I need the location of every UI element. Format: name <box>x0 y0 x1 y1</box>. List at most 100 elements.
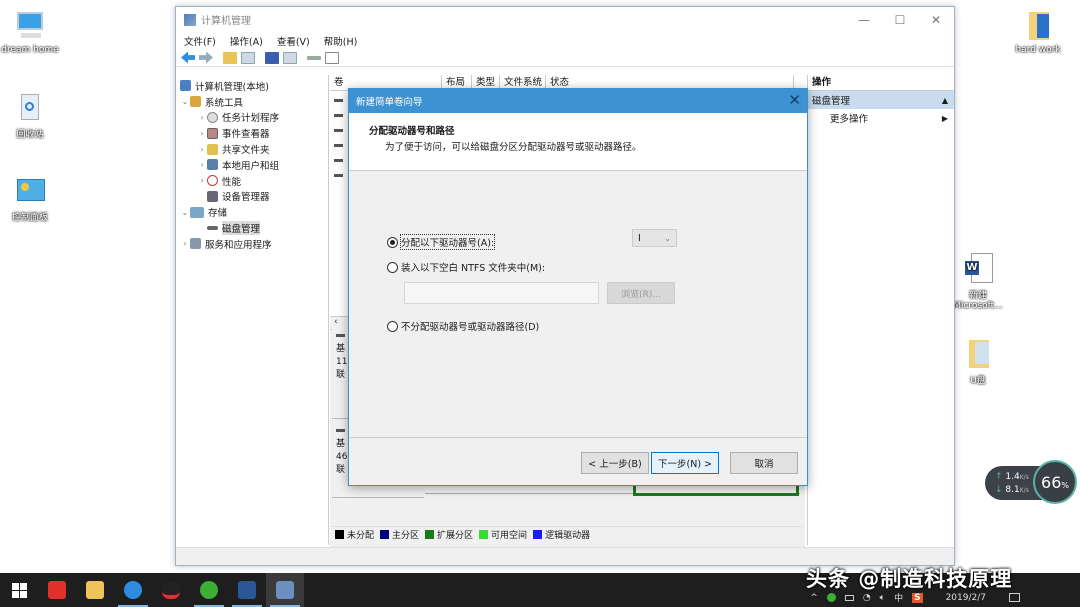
dialog-close-button[interactable]: ✕ <box>788 91 801 109</box>
title-bar[interactable]: 计算机管理 — ☐ ✕ <box>176 7 954 32</box>
cancel-button[interactable]: 取消 <box>730 452 798 474</box>
desktop-icon-label: hard work <box>1015 45 1061 55</box>
wechat-icon <box>200 581 218 599</box>
computer-management-icon <box>276 581 294 599</box>
desktop-icon-hard-work[interactable]: hard work <box>1008 10 1068 55</box>
tree-item-task-scheduler[interactable]: › 任务计划程序 <box>177 110 328 126</box>
tree-item-event-viewer[interactable]: › 事件查看器 <box>177 125 328 141</box>
dialog-title-bar[interactable]: 新建简单卷向导 ✕ <box>349 89 807 113</box>
browse-button[interactable]: 浏览(R)... <box>607 282 675 304</box>
tree-item-performance[interactable]: › 性能 <box>177 173 328 189</box>
drive-letter-select[interactable]: I ⌄ <box>632 229 677 247</box>
option-no-drive-letter[interactable]: 不分配驱动器号或驱动器路径(D) <box>387 319 539 333</box>
word-document-icon: W <box>961 253 995 285</box>
disk-icon <box>207 226 218 231</box>
taskbar-word[interactable] <box>228 573 266 607</box>
notification-center-icon[interactable] <box>1009 593 1020 602</box>
radio-mount-folder[interactable] <box>387 261 398 273</box>
chevron-right-icon[interactable]: › <box>197 113 207 122</box>
actions-section-label: 磁盘管理 <box>812 96 851 107</box>
volume-icon <box>334 159 343 162</box>
start-button[interactable] <box>0 573 38 607</box>
menu-action[interactable]: 操作(A) <box>230 34 263 48</box>
tree-item-disk-management[interactable]: 磁盘管理 <box>177 220 328 236</box>
desktop-icon-label: U盘 <box>970 376 986 386</box>
menu-help[interactable]: 帮助(H) <box>324 34 358 48</box>
tree-item-system-tools[interactable]: ⌄ 系统工具 <box>177 94 328 110</box>
folder-path-input[interactable] <box>404 282 599 304</box>
memory-usage-gauge[interactable]: 66% <box>1033 460 1077 504</box>
taskbar-wechat[interactable] <box>190 573 228 607</box>
chevron-right-icon[interactable]: › <box>197 176 207 185</box>
volume-icon <box>334 144 343 147</box>
desktop-icon-recycle-bin[interactable]: 回收站 <box>0 92 60 140</box>
forward-icon[interactable] <box>199 51 213 64</box>
network-speed-widget[interactable]: ↑ 1.4K/s ↓ 8.1K/s 66% <box>985 460 1080 504</box>
chevron-right-icon[interactable]: › <box>197 145 207 154</box>
tree-item-computer-management[interactable]: 计算机管理(本地) <box>177 78 328 94</box>
taskbar-computer-management[interactable] <box>266 573 304 607</box>
tree-item-storage[interactable]: ⌄ 存储 <box>177 204 328 220</box>
computer-icon <box>13 10 47 42</box>
back-icon[interactable] <box>181 51 195 64</box>
windows-logo-icon <box>11 582 27 598</box>
word-icon <box>238 581 256 599</box>
chevron-right-icon[interactable]: › <box>197 129 207 138</box>
option-label: 分配以下驱动器号(A): <box>399 234 496 250</box>
minimize-button[interactable]: — <box>846 7 882 32</box>
connect-icon[interactable] <box>307 55 321 60</box>
battery-icon[interactable] <box>844 594 854 601</box>
taskbar-netease-music[interactable] <box>38 573 76 607</box>
chevron-right-icon[interactable]: › <box>180 239 190 248</box>
next-button[interactable]: 下一步(N) > <box>651 452 719 474</box>
desktop-icon-word-document[interactable]: W 新建 Microsoft... <box>948 253 1008 311</box>
maximize-button[interactable]: ☐ <box>882 7 918 32</box>
radio-assign-drive-letter[interactable] <box>387 236 398 248</box>
chevron-down-icon[interactable]: ⌄ <box>180 208 190 217</box>
properties-icon[interactable] <box>283 51 297 64</box>
option-mount-folder[interactable]: 装入以下空白 NTFS 文件夹中(M): <box>387 260 545 274</box>
show-hidden-icons-button[interactable]: ^ <box>810 593 818 603</box>
volume-icon[interactable]: 🔈︎ <box>880 593 885 603</box>
console-icon[interactable] <box>325 51 339 64</box>
help-icon[interactable] <box>265 51 279 64</box>
show-hide-tree-icon[interactable] <box>241 51 255 64</box>
radio-no-drive-letter[interactable] <box>387 320 398 332</box>
menu-file[interactable]: 文件(F) <box>184 34 216 48</box>
tree-item-shared-folders[interactable]: › 共享文件夹 <box>177 141 328 157</box>
actions-section-disk-management[interactable]: 磁盘管理 ▲ <box>808 91 954 109</box>
up-folder-icon[interactable] <box>223 51 237 64</box>
taskbar-browser[interactable] <box>114 573 152 607</box>
sogou-icon[interactable]: S <box>912 592 923 603</box>
taskbar-file-explorer[interactable] <box>76 573 114 607</box>
window-title: 计算机管理 <box>201 16 251 27</box>
desktop-icon-dream-home[interactable]: dream home <box>0 10 60 55</box>
tree-item-device-manager[interactable]: 设备管理器 <box>177 189 328 205</box>
legend-swatch-logical <box>533 530 543 539</box>
drive-folder-icon <box>961 338 995 370</box>
tree-item-services-apps[interactable]: › 服务和应用程序 <box>177 236 328 252</box>
chevron-down-icon[interactable]: ⌄ <box>180 97 190 106</box>
legend-label: 可用空间 <box>491 531 528 541</box>
more-actions-item[interactable]: 更多操作 ▶ <box>808 109 954 127</box>
desktop-icon-u-disk[interactable]: U盘 <box>948 338 1008 386</box>
dialog-heading: 分配驱动器号和路径 <box>369 126 455 137</box>
legend-label: 主分区 <box>392 531 420 541</box>
chevron-right-icon[interactable]: › <box>197 160 207 169</box>
wechat-tray-icon[interactable] <box>826 593 836 602</box>
clock-icon <box>207 111 218 123</box>
tree-item-local-users[interactable]: › 本地用户和组 <box>177 157 328 173</box>
desktop-icon-control-panel[interactable]: 控制面板 <box>0 175 60 223</box>
taskbar-qq[interactable] <box>152 573 190 607</box>
desktop-icon-label: dream home <box>1 45 59 55</box>
option-assign-drive-letter[interactable]: 分配以下驱动器号(A): <box>387 234 496 250</box>
wifi-icon[interactable]: ◔ <box>863 593 871 603</box>
qq-icon <box>162 581 180 599</box>
clock-date[interactable]: 2019/2/7 <box>946 593 986 603</box>
navigation-tree: 计算机管理(本地) ⌄ 系统工具 › 任务计划程序 › 事件查看器 › 共享文件夹 › 本… <box>177 75 329 545</box>
close-button[interactable]: ✕ <box>918 7 954 32</box>
new-simple-volume-wizard: 新建简单卷向导 ✕ 分配驱动器号和路径 为了便于访问，可以给磁盘分区分配驱动器号… <box>348 88 808 486</box>
collapse-icon[interactable]: ▲ <box>942 96 948 105</box>
back-button[interactable]: < 上一步(B) <box>581 452 649 474</box>
menu-view[interactable]: 查看(V) <box>277 34 310 48</box>
